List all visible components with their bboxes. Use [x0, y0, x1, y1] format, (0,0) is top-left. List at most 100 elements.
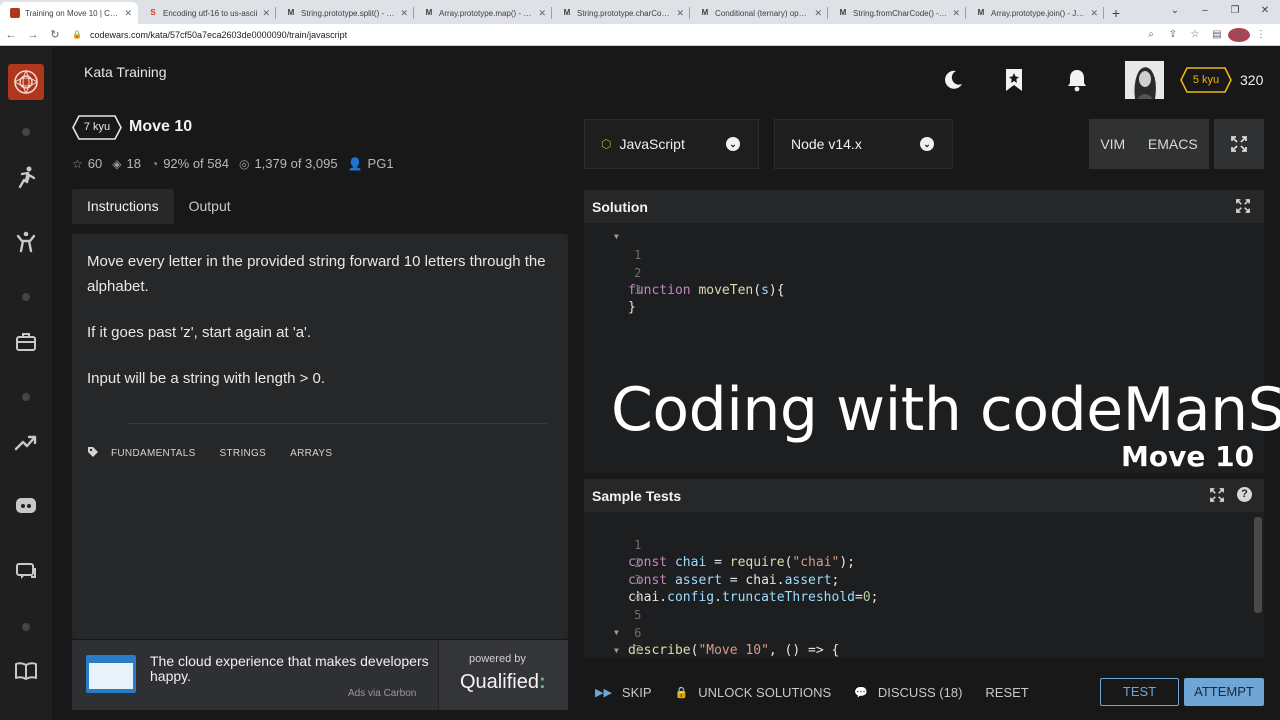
tab-title: Encoding utf-16 to us-ascii [163, 8, 258, 18]
browser-tab[interactable]: M Array.prototype.map() - JavaScript ✕ [414, 2, 552, 24]
discuss-button[interactable]: 💬 DISCUSS (18) [854, 685, 962, 700]
help-icon[interactable]: ? [1237, 487, 1252, 502]
dark-mode-moon-icon[interactable] [940, 67, 966, 93]
close-tab-icon[interactable]: ✕ [952, 8, 960, 19]
close-tab-icon[interactable]: ✕ [400, 8, 408, 19]
chat-icon[interactable] [14, 560, 38, 584]
user-rank-badge[interactable]: 5 kyu [1180, 67, 1232, 93]
collections-count: 18 [126, 156, 141, 171]
address-bar-icons: ⌕ ⇪ ☆ ▤ c ⋮ [1140, 27, 1280, 42]
browser-tab[interactable]: Training on Move 10 | Codewars ✕ [0, 2, 138, 24]
sidebar-divider-dot [22, 393, 30, 401]
notifications-bell-icon[interactable] [1064, 67, 1090, 93]
close-tab-icon[interactable]: ✕ [538, 8, 546, 19]
briefcase-icon[interactable] [14, 330, 38, 354]
line-number: 2 [634, 266, 642, 280]
tab-output[interactable]: Output [174, 189, 246, 224]
codewars-favicon-icon [10, 8, 20, 18]
tab-title: Array.prototype.join() - JavaScript [991, 8, 1086, 18]
chevron-down-icon: ⌄ [920, 137, 934, 151]
bookmark-star-icon[interactable]: ☆ [1184, 29, 1206, 40]
ad-text[interactable]: The cloud experience that makes develope… [150, 654, 440, 684]
browser-tab[interactable]: M String.prototype.split() - JavaScript … [276, 2, 414, 24]
code-line: 1 ▼ function moveTen(s){ [584, 228, 785, 298]
profile-avatar[interactable]: c [1228, 27, 1250, 42]
new-tab-button[interactable]: + [1104, 2, 1128, 24]
user-avatar[interactable] [1125, 61, 1164, 99]
carbon-ad[interactable]: The cloud experience that makes develope… [72, 640, 568, 710]
description-paragraph: Input will be a string with length > 0. [87, 370, 326, 387]
share-icon[interactable]: ⇪ [1162, 29, 1184, 40]
browser-tab[interactable]: S Encoding utf-16 to us-ascii ✕ [138, 2, 276, 24]
ad-image[interactable] [86, 655, 136, 693]
browser-tab[interactable]: M String.prototype.charCodeAt() ✕ [552, 2, 690, 24]
runtime-select[interactable]: Node v14.x ⌄ [774, 119, 953, 169]
stars-stat[interactable]: ☆ 60 [72, 156, 102, 171]
kata-rank-label: 7 kyu [83, 121, 111, 133]
completed-value: 1,379 of 3,095 [254, 156, 338, 171]
attempt-button[interactable]: ATTEMPT [1184, 678, 1264, 706]
tag-strings[interactable]: STRINGS [220, 448, 267, 459]
bookmark-star-icon[interactable] [1001, 67, 1027, 93]
browser-tab[interactable]: M Conditional (ternary) operator ✕ [690, 2, 828, 24]
forward-icon[interactable]: → [22, 29, 44, 41]
tab-search-icon[interactable]: ⌄ [1160, 0, 1190, 24]
tag-fundamentals[interactable]: FUNDAMENTALS [111, 448, 196, 459]
lock-icon: 🔒 [72, 30, 82, 39]
sidebar [0, 47, 52, 720]
reading-list-icon[interactable]: ▤ [1206, 29, 1228, 40]
reload-icon[interactable]: ↻ [44, 28, 66, 41]
zoom-icon[interactable]: ⌕ [1140, 29, 1162, 40]
codewars-logo[interactable] [8, 64, 44, 100]
skip-button[interactable]: ▶▶ SKIP [595, 685, 652, 700]
vim-mode-button[interactable]: VIM [1100, 136, 1125, 152]
emacs-mode-button[interactable]: EMACS [1148, 136, 1198, 152]
close-window-icon[interactable]: ✕ [1250, 0, 1280, 24]
close-tab-icon[interactable]: ✕ [124, 8, 132, 19]
tests-scrollbar[interactable] [1254, 517, 1262, 613]
discord-icon[interactable] [14, 494, 38, 518]
tab-instructions[interactable]: Instructions [72, 189, 174, 224]
language-select[interactable]: ⬡ JavaScript ⌄ [584, 119, 759, 169]
fold-arrow-icon[interactable]: ▼ [614, 228, 619, 246]
close-tab-icon[interactable]: ✕ [1090, 8, 1098, 19]
stackoverflow-favicon-icon: S [150, 8, 156, 17]
docs-book-icon[interactable] [14, 659, 38, 683]
completed-stat: ◎ 1,379 of 3,095 [239, 156, 338, 171]
video-watermark-subtitle: Move 10 [1121, 440, 1255, 473]
code-line: 7 assert.strictEqual(moveTen("testcase")… [634, 643, 642, 657]
code-text: const assert = chai.assert; [628, 573, 840, 588]
practice-icon[interactable] [14, 230, 38, 254]
back-icon[interactable]: ← [0, 29, 22, 41]
url-text: codewars.com/kata/57cf50a7eca2603de00000… [89, 29, 348, 40]
expand-icon[interactable] [1210, 488, 1224, 507]
expand-icon[interactable] [1236, 199, 1250, 218]
url-field[interactable]: 🔒 codewars.com/kata/57cf50a7eca2603de000… [72, 30, 1140, 40]
training-icon[interactable] [14, 165, 38, 189]
qualified-sponsor[interactable]: powered by Qualified: [438, 640, 568, 710]
menu-icon[interactable]: ⋮ [1250, 29, 1272, 40]
test-button[interactable]: TEST [1100, 678, 1179, 706]
window-controls: ⌄ – ❐ ✕ [1160, 0, 1280, 24]
collections-stat[interactable]: ◈ 18 [112, 156, 141, 171]
maximize-icon[interactable]: ❐ [1220, 0, 1250, 24]
user-icon: 👤 [347, 156, 363, 171]
tag-arrays[interactable]: ARRAYS [290, 448, 332, 459]
author-stat[interactable]: 👤 PG1 [348, 156, 394, 171]
minimize-icon[interactable]: – [1190, 0, 1220, 24]
close-tab-icon[interactable]: ✕ [814, 8, 822, 19]
browser-tab[interactable]: M String.fromCharCode() - JavaScript ✕ [828, 2, 966, 24]
leaderboard-trend-icon[interactable] [14, 430, 38, 454]
reset-button[interactable]: RESET [985, 685, 1028, 700]
close-tab-icon[interactable]: ✕ [676, 8, 684, 19]
tab-title: Training on Move 10 | Codewars [25, 8, 120, 18]
browser-tab[interactable]: M Array.prototype.join() - JavaScript ✕ [966, 2, 1104, 24]
line-number: 3 [634, 283, 642, 297]
code-line: 3 } [584, 263, 641, 315]
fullscreen-button[interactable] [1214, 119, 1264, 169]
ads-via-carbon[interactable]: Ads via Carbon [348, 688, 416, 699]
sample-tests-editor[interactable]: 1 const chai = require("chai"); 2 const … [584, 512, 1264, 658]
unlock-solutions-button[interactable]: 🔒 UNLOCK SOLUTIONS [675, 685, 832, 700]
close-tab-icon[interactable]: ✕ [262, 8, 270, 19]
lock-icon: 🔒 [674, 686, 689, 699]
